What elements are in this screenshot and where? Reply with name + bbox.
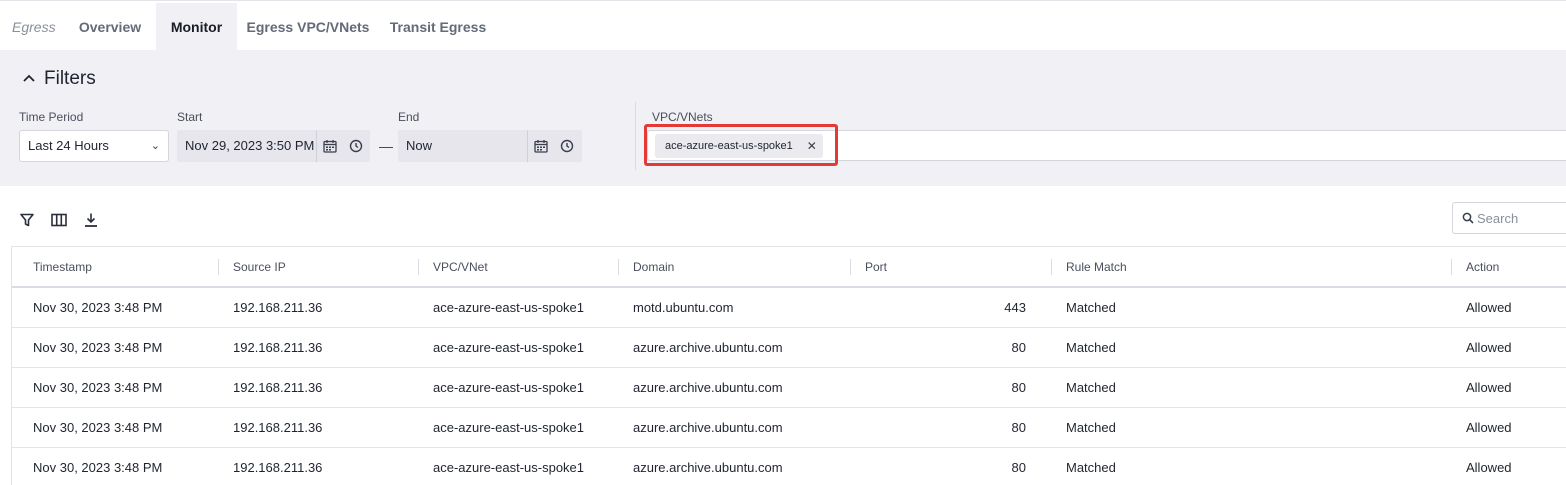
start-value: Nov 29, 2023 3:50 PM bbox=[185, 138, 315, 153]
range-separator: — bbox=[379, 138, 393, 154]
filter-icon[interactable] bbox=[18, 211, 36, 229]
cell-action: Allowed bbox=[1466, 420, 1512, 435]
calendar-icon[interactable] bbox=[322, 138, 338, 154]
cell-rule-match: Matched bbox=[1066, 380, 1116, 395]
cell-action: Allowed bbox=[1466, 380, 1512, 395]
cell-timestamp: Nov 30, 2023 3:48 PM bbox=[33, 420, 163, 435]
chevron-down-icon: ⌄ bbox=[150, 140, 160, 152]
chevron-up-icon bbox=[23, 74, 35, 82]
tab-egress-vpc-vnets[interactable]: Egress VPC/VNets bbox=[237, 3, 379, 51]
cell-vpc-vnet: ace-azure-east-us-spoke1 bbox=[433, 420, 585, 435]
cell-port: 80 bbox=[1011, 420, 1026, 435]
table-row[interactable]: Nov 30, 2023 3:48 PM 192.168.211.36 ace-… bbox=[12, 328, 1566, 368]
cell-timestamp: Nov 30, 2023 3:48 PM bbox=[33, 380, 163, 395]
search-icon bbox=[1462, 212, 1474, 224]
table-row[interactable]: Nov 30, 2023 3:48 PM 192.168.211.36 ace-… bbox=[12, 288, 1566, 328]
cell-rule-match: Matched bbox=[1066, 460, 1116, 475]
cell-domain: azure.archive.ubuntu.com bbox=[633, 460, 783, 475]
clock-icon[interactable] bbox=[348, 138, 364, 154]
search-input[interactable] bbox=[1477, 209, 1563, 227]
events-table: Timestamp Source IP VPC/VNet Domain Port… bbox=[11, 246, 1566, 485]
cell-port: 80 bbox=[1011, 380, 1026, 395]
table-row[interactable]: Nov 30, 2023 3:48 PM 192.168.211.36 ace-… bbox=[12, 448, 1566, 485]
cell-rule-match: Matched bbox=[1066, 340, 1116, 355]
cell-domain: azure.archive.ubuntu.com bbox=[633, 340, 783, 355]
tab-transit-egress[interactable]: Transit Egress bbox=[379, 3, 497, 51]
highlight-box bbox=[644, 124, 838, 166]
table-row[interactable]: Nov 30, 2023 3:48 PM 192.168.211.36 ace-… bbox=[12, 368, 1566, 408]
cell-action: Allowed bbox=[1466, 460, 1512, 475]
tab-bar: Egress Overview Monitor Egress VPC/VNets… bbox=[0, 0, 1566, 51]
cell-port: 80 bbox=[1011, 460, 1026, 475]
cell-domain: azure.archive.ubuntu.com bbox=[633, 380, 783, 395]
table-row[interactable]: Nov 30, 2023 3:48 PM 192.168.211.36 ace-… bbox=[12, 408, 1566, 448]
cell-source-ip: 192.168.211.36 bbox=[233, 340, 323, 355]
column-header-rule-match[interactable]: Rule Match bbox=[1066, 247, 1127, 287]
clock-icon[interactable] bbox=[559, 138, 575, 154]
tab-monitor[interactable]: Monitor bbox=[156, 3, 237, 51]
start-label: Start bbox=[177, 110, 203, 124]
column-header-source-ip[interactable]: Source IP bbox=[233, 247, 286, 287]
start-datetime-field[interactable]: Nov 29, 2023 3:50 PM bbox=[177, 130, 370, 162]
table-header: Timestamp Source IP VPC/VNet Domain Port… bbox=[12, 247, 1566, 288]
cell-vpc-vnet: ace-azure-east-us-spoke1 bbox=[433, 380, 585, 395]
cell-source-ip: 192.168.211.36 bbox=[233, 420, 323, 435]
cell-action: Allowed bbox=[1466, 300, 1512, 315]
columns-icon[interactable] bbox=[50, 211, 68, 229]
column-header-vpc-vnet[interactable]: VPC/VNet bbox=[433, 247, 488, 287]
cell-rule-match: Matched bbox=[1066, 420, 1116, 435]
search-box[interactable] bbox=[1452, 202, 1566, 234]
end-value: Now bbox=[406, 138, 433, 153]
time-period-value: Last 24 Hours bbox=[28, 138, 109, 153]
column-header-action[interactable]: Action bbox=[1466, 247, 1499, 287]
cell-source-ip: 192.168.211.36 bbox=[233, 380, 323, 395]
filters-toggle[interactable]: Filters bbox=[20, 66, 96, 92]
cell-domain: motd.ubuntu.com bbox=[633, 300, 734, 315]
cell-port: 443 bbox=[1004, 300, 1026, 315]
cell-source-ip: 192.168.211.36 bbox=[233, 300, 323, 315]
column-header-timestamp[interactable]: Timestamp bbox=[33, 247, 92, 287]
section-label: Egress bbox=[12, 19, 56, 35]
tab-overview[interactable]: Overview bbox=[64, 3, 156, 51]
filters-title: Filters bbox=[44, 68, 96, 89]
cell-action: Allowed bbox=[1466, 340, 1512, 355]
vpc-vnets-label: VPC/VNets bbox=[652, 110, 713, 124]
cell-timestamp: Nov 30, 2023 3:48 PM bbox=[33, 340, 163, 355]
column-header-domain[interactable]: Domain bbox=[633, 247, 674, 287]
calendar-icon[interactable] bbox=[533, 138, 549, 154]
end-datetime-field[interactable]: Now bbox=[398, 130, 582, 162]
end-label: End bbox=[398, 110, 420, 124]
filter-divider bbox=[635, 102, 636, 170]
cell-vpc-vnet: ace-azure-east-us-spoke1 bbox=[433, 300, 585, 315]
cell-rule-match: Matched bbox=[1066, 300, 1116, 315]
cell-timestamp: Nov 30, 2023 3:48 PM bbox=[33, 300, 163, 315]
cell-timestamp: Nov 30, 2023 3:48 PM bbox=[33, 460, 163, 475]
time-period-label: Time Period bbox=[19, 110, 84, 124]
column-header-port[interactable]: Port bbox=[865, 247, 887, 287]
cell-source-ip: 192.168.211.36 bbox=[233, 460, 323, 475]
cell-domain: azure.archive.ubuntu.com bbox=[633, 420, 783, 435]
cell-vpc-vnet: ace-azure-east-us-spoke1 bbox=[433, 340, 585, 355]
cell-vpc-vnet: ace-azure-east-us-spoke1 bbox=[433, 460, 585, 475]
time-period-select[interactable]: Last 24 Hours ⌄ bbox=[19, 130, 169, 162]
download-icon[interactable] bbox=[82, 211, 100, 229]
cell-port: 80 bbox=[1011, 340, 1026, 355]
